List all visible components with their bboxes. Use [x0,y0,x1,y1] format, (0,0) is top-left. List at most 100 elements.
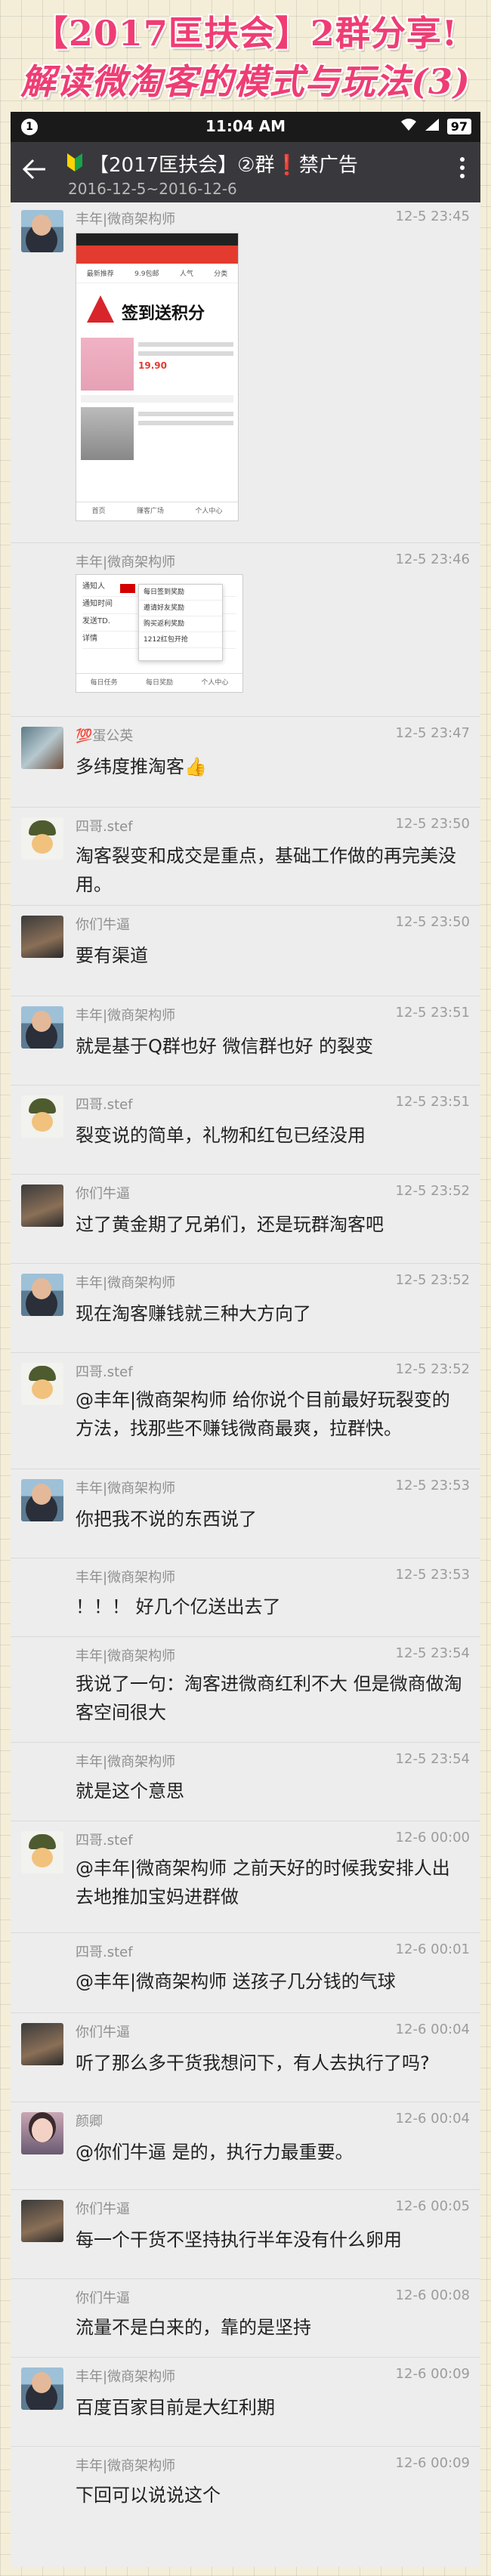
sender-name: 丰年|微商架构师 [76,1570,176,1586]
screenshot-nav-item: 首页 [91,508,106,515]
chat-message: 四哥.stef 12-6 00:01 @丰年|微商架构师 送孩子几分钱的气球 [11,1932,480,2013]
message-text: 多纬度推淘客👍 [76,756,207,777]
message-time: 12-5 23:46 [395,551,470,567]
back-arrow-icon[interactable] [21,156,51,186]
chat-message: 丰年|微商架构师 12-5 23:54 就是这个意思 [11,1742,480,1821]
sender-name: 丰年|微商架构师 [76,2458,176,2474]
avatar[interactable] [21,1185,63,1227]
reward-menu: 每日签到奖励 邀请好友奖励 购买返利奖励 1212红包开抢 [138,584,223,661]
message-text: @你们牛逼 是的，执行力最重要。 [76,2142,354,2163]
chat-message: 你们牛逼 12-6 00:04 听了那么多干货我想问下，有人去执行了吗? [11,2012,480,2102]
chat-message: 丰年|微商架构师 12-5 23:54 我说了一句：淘客进微商红利不大 但是微商… [11,1636,480,1743]
chat-message: 丰年|微商架构师 12-5 23:53 你把我不说的东西说了 [11,1469,480,1558]
chat-message: 丰年|微商架构师 12-5 23:53 ！！！ 好几个亿送出去了 [11,1558,480,1637]
screenshot-nav-item: 每日奖励 [145,679,173,687]
avatar[interactable] [21,2368,63,2410]
message-text: @丰年|微商架构师 之前天好的时候我安排人出去地推加宝妈进群做 [76,1858,450,1907]
chat-message: 你们牛逼 12-5 23:50 要有渠道 [11,905,480,996]
avatar[interactable] [21,727,63,769]
app-screenshot-image[interactable]: 通知人 通知时间 发送TD. 详情 每日签到奖励 邀请好友奖励 购买返利奖励 1… [76,574,243,693]
message-time: 12-5 23:52 [395,1272,470,1288]
message-text: 现在淘客赚钱就三种大方向了 [76,1303,311,1324]
chat-message: 丰年|微商架构师 12-5 23:52 现在淘客赚钱就三种大方向了 [11,1263,480,1353]
sender-name: 丰年|微商架构师 [76,1481,176,1496]
avatar[interactable] [21,2112,63,2154]
banner-title: 【2017匡扶会】2群分享! [32,13,459,54]
message-time: 12-5 23:47 [395,725,470,741]
chat-message: 你们牛逼 12-6 00:08 流量不是白来的，靠的是坚持 [11,2278,480,2358]
message-time: 12-6 00:04 [395,2022,470,2037]
chat-message: 四哥.stef 12-5 23:51 裂变说的简单，礼物和红包已经没用 [11,1085,480,1175]
message-time: 12-5 23:51 [395,1094,470,1110]
message-time: 12-6 00:09 [395,2366,470,2382]
screenshot-tab: 最新推荐 [86,270,114,278]
avatar[interactable] [21,210,63,252]
screenshot-tab: 分类 [214,270,228,278]
message-text: 百度百家目前是大红利期 [76,2397,275,2418]
chat-message: 四哥.stef 12-6 00:00 @丰年|微商架构师 之前天好的时候我安排人… [11,1821,480,1933]
screenshot-tab: 9.9包邮 [134,270,159,278]
message-time: 12-6 00:00 [395,1830,470,1846]
message-time: 12-6 00:09 [395,2455,470,2471]
reward-menu-item: 邀请好友奖励 [139,601,222,616]
product-card: 19.90 [81,338,233,391]
chat-message: 💯蛋公英 12-5 23:47 多纬度推淘客👍 [11,716,480,808]
avatar[interactable] [21,817,63,860]
message-time: 12-5 23:51 [395,1005,470,1021]
sender-name: 四哥.stef [76,1833,133,1849]
sender-name: 颜卿 [76,2114,103,2130]
sender-name: 你们牛逼 [76,917,130,933]
message-time: 12-5 23:53 [395,1567,470,1583]
banner-subtitle: 解读微淘客的模式与玩法(3) [20,61,471,102]
product-card [81,407,233,460]
chat-message: 四哥.stef 12-5 23:50 淘客裂变和成交是重点，基础工作做的再完美没… [11,807,480,906]
chat-message: 丰年|微商架构师 12-6 00:09 下回可以说说这个 [11,2446,480,2537]
chat-message: 丰年|微商架构师 12-6 00:09 百度百家目前是大红利期 [11,2357,480,2447]
chat-message: 你们牛逼 12-5 23:52 过了黄金期了兄弟们，还是玩群淘客吧 [11,1174,480,1264]
app-screenshot-image[interactable]: 最新推荐 9.9包邮 人气 分类 签到送积分 19.90 首页 赚客广场 个人中… [76,233,239,521]
message-text: 流量不是白来的，靠的是坚持 [76,2317,311,2338]
phone-screenshot: 1 11:04 AM 97 【2017匡扶会】②群❗禁广告 2016-12-5~… [11,112,480,2567]
message-text: 你把我不说的东西说了 [76,1509,257,1530]
sender-name: 丰年|微商架构师 [76,554,176,570]
avatar[interactable] [21,2023,63,2065]
avatar[interactable] [21,1006,63,1049]
message-text: 就是基于Q群也好 微信群也好 的裂变 [76,1036,374,1057]
sign-in-text: 签到送积分 [122,304,205,323]
message-text: @丰年|微商架构师 给你说个目前最好玩裂变的方法，找那些不赚钱微商最爽，拉群快。 [76,1389,450,1439]
message-text: 每一个干货不坚持执行半年没有什么卵用 [76,2229,402,2250]
sender-name: 你们牛逼 [76,2201,130,2217]
sender-name: 丰年|微商架构师 [76,1754,176,1770]
chat-message: 丰年|微商架构师 12-5 23:51 就是基于Q群也好 微信群也好 的裂变 [11,996,480,1086]
avatar[interactable] [21,1479,63,1521]
sign-in-banner: 签到送积分 [81,288,233,333]
message-text: 裂变说的简单，礼物和红包已经没用 [76,1125,366,1146]
chat-message: 丰年|微商架构师 12-5 23:45 最新推荐 9.9包邮 人气 分类 签到送… [11,202,480,543]
message-text: 听了那么多干货我想问下，有人去执行了吗? [76,2052,430,2074]
sender-name: 你们牛逼 [76,2025,130,2040]
screenshot-nav-item: 个人中心 [195,508,223,515]
avatar[interactable] [21,1831,63,1873]
more-options-icon[interactable] [455,156,470,189]
product-price: 19.90 [138,360,167,371]
message-time: 12-5 23:53 [395,1478,470,1493]
message-text: 淘客裂变和成交是重点，基础工作做的再完美没用。 [76,845,456,895]
avatar[interactable] [21,1363,63,1405]
avatar[interactable] [21,2200,63,2242]
avatar[interactable] [21,916,63,958]
message-time: 12-5 23:50 [395,816,470,832]
message-time: 12-5 23:54 [395,1751,470,1767]
sender-name: 四哥.stef [76,1364,133,1380]
wifi-icon [400,117,417,135]
reward-menu-item: 每日签到奖励 [139,585,222,601]
sender-name: 丰年|微商架构师 [76,1648,176,1664]
sender-name: 丰年|微商架构师 [76,2369,176,2385]
beginner-badge-icon [66,153,83,172]
sender-name: 丰年|微商架构师 [76,1275,176,1291]
avatar[interactable] [21,1095,63,1138]
reward-menu-item: 1212红包开抢 [139,632,222,648]
title-banner: 【2017匡扶会】2群分享! 解读微淘客的模式与玩法(3) [0,0,491,110]
sender-name: 你们牛逼 [76,1186,130,1202]
avatar[interactable] [21,1274,63,1316]
status-bar: 1 11:04 AM 97 [11,112,480,142]
